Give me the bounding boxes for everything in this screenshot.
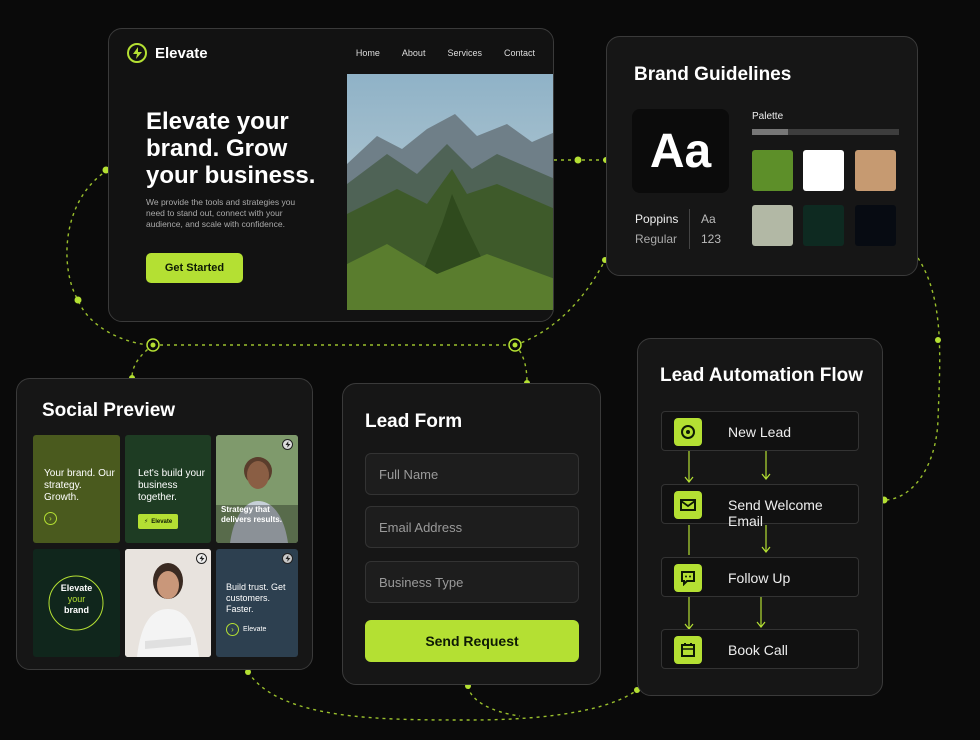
tile-6-text: Build trust. Get customers. Faster. xyxy=(226,582,286,614)
social-tile-3[interactable]: Strategy that delivers results. xyxy=(216,435,298,543)
site-nav: Elevate Home About Services Contact xyxy=(109,29,553,77)
font-name: Poppins xyxy=(635,212,679,226)
glyph-sample: Aa 123 xyxy=(689,209,721,249)
glyph-numbers: 123 xyxy=(701,232,722,246)
nav-home[interactable]: Home xyxy=(356,48,380,58)
lead-form-card: Lead Form Send Request xyxy=(342,383,601,685)
mountain-landscape-image xyxy=(347,74,553,310)
full-name-field[interactable] xyxy=(365,453,579,495)
font-weight: Regular xyxy=(635,232,678,246)
tile-2-text: Let's build your business together. xyxy=(138,468,205,503)
lead-form-title: Lead Form xyxy=(365,411,463,432)
portrait-woman-image xyxy=(125,549,211,657)
swatch-navy[interactable] xyxy=(855,205,896,246)
hero-title: Elevate your brand. Grow your business. xyxy=(146,108,316,189)
flow-step-send-email[interactable]: Send Welcome Email xyxy=(661,484,859,529)
swatch-sage[interactable] xyxy=(752,205,793,246)
lightning-icon xyxy=(282,553,293,564)
flow-step-label: New Lead xyxy=(728,424,792,440)
lead-automation-card: Lead Automation Flow New Lead Send Welco… xyxy=(637,338,883,696)
nav-about[interactable]: About xyxy=(402,48,426,58)
social-tile-5[interactable] xyxy=(125,549,211,657)
mail-icon xyxy=(674,491,702,519)
tile-1-text: Your brand. Our strategy. Growth. xyxy=(44,468,115,503)
portrait-man-image xyxy=(216,435,298,543)
website-preview-card: Elevate Home About Services Contact Elev… xyxy=(108,28,554,322)
get-started-button[interactable]: Get Started xyxy=(146,253,243,283)
logo-text: Elevate xyxy=(155,44,208,62)
target-icon xyxy=(674,418,702,446)
typeface-sample: Aa xyxy=(632,109,729,193)
palette-bar xyxy=(752,129,899,135)
lightning-icon: ⚡ xyxy=(144,519,149,525)
social-preview-card: Social Preview Your brand. Our strategy.… xyxy=(16,378,313,670)
calendar-icon xyxy=(674,636,702,664)
flow-step-label: Send Welcome Email xyxy=(728,497,823,529)
social-tile-4[interactable]: Elevate your brand xyxy=(33,549,120,657)
tile-2-button[interactable]: ⚡ Elevate xyxy=(138,514,179,529)
brand-guidelines-card: Brand Guidelines Aa Poppins Regular Aa 1… xyxy=(606,36,918,276)
social-tile-1[interactable]: Your brand. Our strategy. Growth. › xyxy=(33,435,120,543)
flow-step-label: Follow Up xyxy=(728,570,791,586)
nav-links: Home About Services Contact xyxy=(356,48,535,58)
tile-4-mid: your xyxy=(67,594,86,604)
swatch-green[interactable] xyxy=(752,150,793,191)
site-logo[interactable]: Elevate xyxy=(127,43,208,63)
tile-3-text: Strategy that delivers results. xyxy=(221,505,282,524)
arrow-right-icon: › xyxy=(226,623,239,636)
business-type-field[interactable] xyxy=(365,561,579,603)
lightning-icon xyxy=(196,553,207,564)
flow-step-follow-up[interactable]: Follow Up xyxy=(661,557,859,597)
swatch-tan[interactable] xyxy=(855,150,896,191)
hero-description: We provide the tools and strategies you … xyxy=(146,197,296,229)
social-tile-6[interactable]: Build trust. Get customers. Faster. › El… xyxy=(216,549,298,657)
tile-4-bottom: brand xyxy=(63,605,89,615)
glyph-letters: Aa xyxy=(701,212,716,226)
brand-guidelines-title: Brand Guidelines xyxy=(634,64,792,85)
tile-2-button-label: Elevate xyxy=(151,518,173,525)
social-preview-title: Social Preview xyxy=(42,400,176,421)
nav-contact[interactable]: Contact xyxy=(504,48,535,58)
nav-services[interactable]: Services xyxy=(447,48,482,58)
tile-4-top: Elevate xyxy=(60,583,93,593)
font-info: Poppins Regular xyxy=(635,209,678,249)
lightning-icon xyxy=(127,43,147,63)
arrow-right-icon: › xyxy=(44,512,57,525)
flow-step-label: Book Call xyxy=(728,642,788,658)
social-tile-2[interactable]: Let's build your business together. ⚡ El… xyxy=(125,435,211,543)
lightning-icon xyxy=(282,439,293,450)
palette-label: Palette xyxy=(752,111,784,122)
flow-step-new-lead[interactable]: New Lead xyxy=(661,411,859,451)
swatch-white[interactable] xyxy=(803,150,844,191)
flow-step-book-call[interactable]: Book Call xyxy=(661,629,859,669)
swatch-dark-green[interactable] xyxy=(803,205,844,246)
tile-6-brand: Elevate xyxy=(243,626,267,633)
send-request-button[interactable]: Send Request xyxy=(365,620,579,662)
email-field[interactable] xyxy=(365,506,579,548)
chat-icon xyxy=(674,564,702,592)
